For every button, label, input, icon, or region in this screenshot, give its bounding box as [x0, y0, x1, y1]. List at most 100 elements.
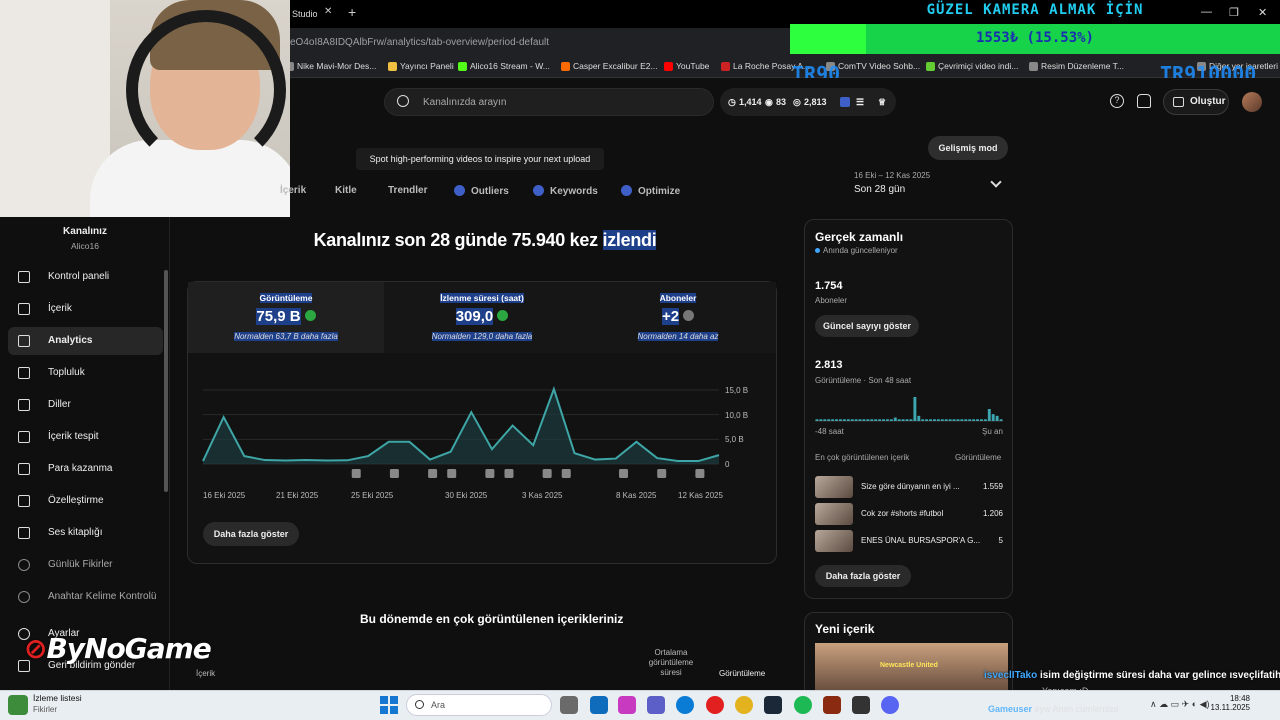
bookmark-item[interactable]: YouTube	[664, 61, 709, 71]
video-marker[interactable]	[389, 469, 399, 478]
sidebar-item-customization[interactable]: Özelleştirme	[8, 487, 163, 515]
sidebar-item-copyright[interactable]: İçerik tespit	[8, 423, 163, 451]
sidebar-item-content[interactable]: İçerik	[8, 295, 163, 323]
tab-optimize[interactable]: Optimize	[621, 185, 680, 197]
teams-icon[interactable]	[647, 696, 665, 714]
realtime-bar[interactable]	[921, 419, 925, 421]
minimize-icon[interactable]: —	[1201, 6, 1212, 18]
realtime-bar[interactable]	[952, 419, 956, 421]
realtime-bar[interactable]	[929, 419, 932, 421]
sidebar-item-dollar[interactable]: Para kazanma	[8, 455, 163, 483]
video-marker[interactable]	[428, 469, 438, 478]
show-live-count-button[interactable]: Güncel sayıyı göster	[815, 315, 919, 337]
channel-search-input[interactable]: Kanalınızda arayın	[384, 88, 714, 116]
realtime-bar[interactable]	[858, 419, 862, 421]
create-button[interactable]: Oluştur	[1163, 89, 1229, 115]
tab-content[interactable]: İçerik	[280, 185, 306, 196]
realtime-show-more-button[interactable]: Daha fazla göster	[815, 565, 911, 587]
realtime-bar[interactable]	[874, 419, 878, 421]
bookmark-item[interactable]: Alico16 Stream - W...	[458, 61, 550, 71]
close-window-icon[interactable]: ✕	[1258, 6, 1267, 19]
help-icon[interactable]: ?	[1110, 94, 1124, 108]
opera-icon[interactable]	[706, 696, 724, 714]
chrome-icon[interactable]	[735, 696, 753, 714]
video-marker[interactable]	[504, 469, 514, 478]
column-views[interactable]: Görüntüleme	[719, 669, 765, 678]
realtime-bar[interactable]	[944, 419, 948, 421]
show-more-button[interactable]: Daha fazla göster	[203, 522, 299, 546]
realtime-bar[interactable]	[835, 419, 838, 421]
views-chart[interactable]	[195, 380, 755, 490]
top-video-row[interactable]: Cok zor #shorts #futbol 1.206	[815, 503, 1003, 525]
realtime-bar[interactable]	[964, 419, 968, 421]
top-video-row[interactable]: ENES ÜNAL BURSASPOR'A G... 5	[815, 530, 1003, 552]
spotify-icon[interactable]	[794, 696, 812, 714]
realtime-bar[interactable]	[882, 419, 885, 421]
realtime-bar[interactable]	[980, 419, 983, 421]
sidebar-item-audio-library[interactable]: Ses kitaplığı	[8, 519, 163, 547]
copilot-icon[interactable]	[618, 696, 636, 714]
video-marker[interactable]	[447, 469, 457, 478]
new-tab-icon[interactable]: +	[348, 4, 356, 20]
column-content[interactable]: İçerik	[196, 669, 215, 678]
video-marker[interactable]	[542, 469, 552, 478]
discord-icon[interactable]	[881, 696, 899, 714]
period-range[interactable]: 16 Eki – 12 Kas 2025	[854, 171, 930, 180]
realtime-bar[interactable]	[831, 419, 835, 421]
metric-watch-time[interactable]: İzlenme süresi (saat) 309,0 Normalden 12…	[384, 282, 580, 353]
realtime-bar-chart[interactable]	[815, 390, 1003, 422]
bookmark-item[interactable]: Resim Düzenleme T...	[1029, 61, 1124, 71]
realtime-bar[interactable]	[972, 419, 976, 421]
vidiq-icon[interactable]	[840, 97, 850, 107]
realtime-bar[interactable]	[846, 419, 850, 421]
sidebar-item-dashboard[interactable]: Kontrol paneli	[8, 263, 163, 291]
sidebar-item-ideas[interactable]: Günlük Fikirler	[8, 551, 163, 579]
notifications-bell-icon[interactable]	[1137, 94, 1151, 108]
tab-outliers[interactable]: Outliers	[454, 185, 509, 197]
realtime-bar[interactable]	[827, 419, 831, 421]
outlook-icon[interactable]	[590, 696, 608, 714]
restore-icon[interactable]: ❐	[1229, 6, 1239, 19]
video-marker[interactable]	[657, 469, 667, 478]
realtime-bar[interactable]	[839, 419, 842, 421]
column-avg-duration[interactable]: Ortalama görüntüleme süresi	[644, 648, 698, 678]
realtime-bar[interactable]	[991, 414, 995, 421]
realtime-bar[interactable]	[901, 419, 905, 421]
widget-title[interactable]: İzleme listesi	[33, 693, 82, 703]
edge-icon[interactable]	[676, 696, 694, 714]
realtime-bar[interactable]	[815, 419, 819, 421]
taskbar-clock[interactable]: 18:48 13.11.2025	[1206, 694, 1250, 712]
realtime-bar[interactable]	[983, 419, 987, 421]
realtime-bar[interactable]	[897, 419, 901, 421]
realtime-bar[interactable]	[850, 419, 854, 421]
tab-audience[interactable]: Kitle	[335, 185, 357, 196]
realtime-bar[interactable]	[866, 419, 870, 421]
sidebar-item-community[interactable]: Topluluk	[8, 359, 163, 387]
close-tab-icon[interactable]: ✕	[324, 6, 332, 17]
video-marker[interactable]	[485, 469, 495, 478]
channel-stats-pill[interactable]: ◷ 1,414 ◉ 83 ◎ 2,813 ☰ ♕	[720, 88, 896, 116]
realtime-bar[interactable]	[842, 419, 846, 421]
realtime-bar[interactable]	[823, 419, 827, 421]
realtime-bar[interactable]	[987, 409, 991, 421]
advanced-mode-button[interactable]: Gelişmiş mod	[928, 136, 1008, 160]
realtime-bar[interactable]	[933, 419, 936, 421]
taskbar-search-input[interactable]: Ara	[406, 694, 552, 716]
realtime-bar[interactable]	[905, 419, 909, 421]
realtime-bar[interactable]	[960, 419, 964, 421]
realtime-bar[interactable]	[968, 419, 972, 421]
period-selector[interactable]: Son 28 gün	[854, 184, 905, 195]
realtime-bar[interactable]	[819, 419, 823, 421]
video-marker[interactable]	[695, 469, 705, 478]
realtime-bar[interactable]	[948, 419, 952, 421]
bookmark-item[interactable]: Nike Mavi-Mor Des...	[285, 61, 376, 71]
bookmark-item[interactable]: Çevrimiçi video indi...	[926, 61, 1018, 71]
sidebar-item-keyword[interactable]: Anahtar Kelime Kontrolü	[8, 583, 163, 611]
realtime-bar[interactable]	[956, 419, 960, 421]
video-marker[interactable]	[351, 469, 361, 478]
realtime-bar[interactable]	[854, 419, 858, 421]
realtime-bar[interactable]	[878, 419, 882, 421]
tab-trends[interactable]: Trendler	[388, 185, 427, 196]
realtime-bar[interactable]	[976, 419, 979, 421]
app-icon[interactable]	[823, 696, 841, 714]
